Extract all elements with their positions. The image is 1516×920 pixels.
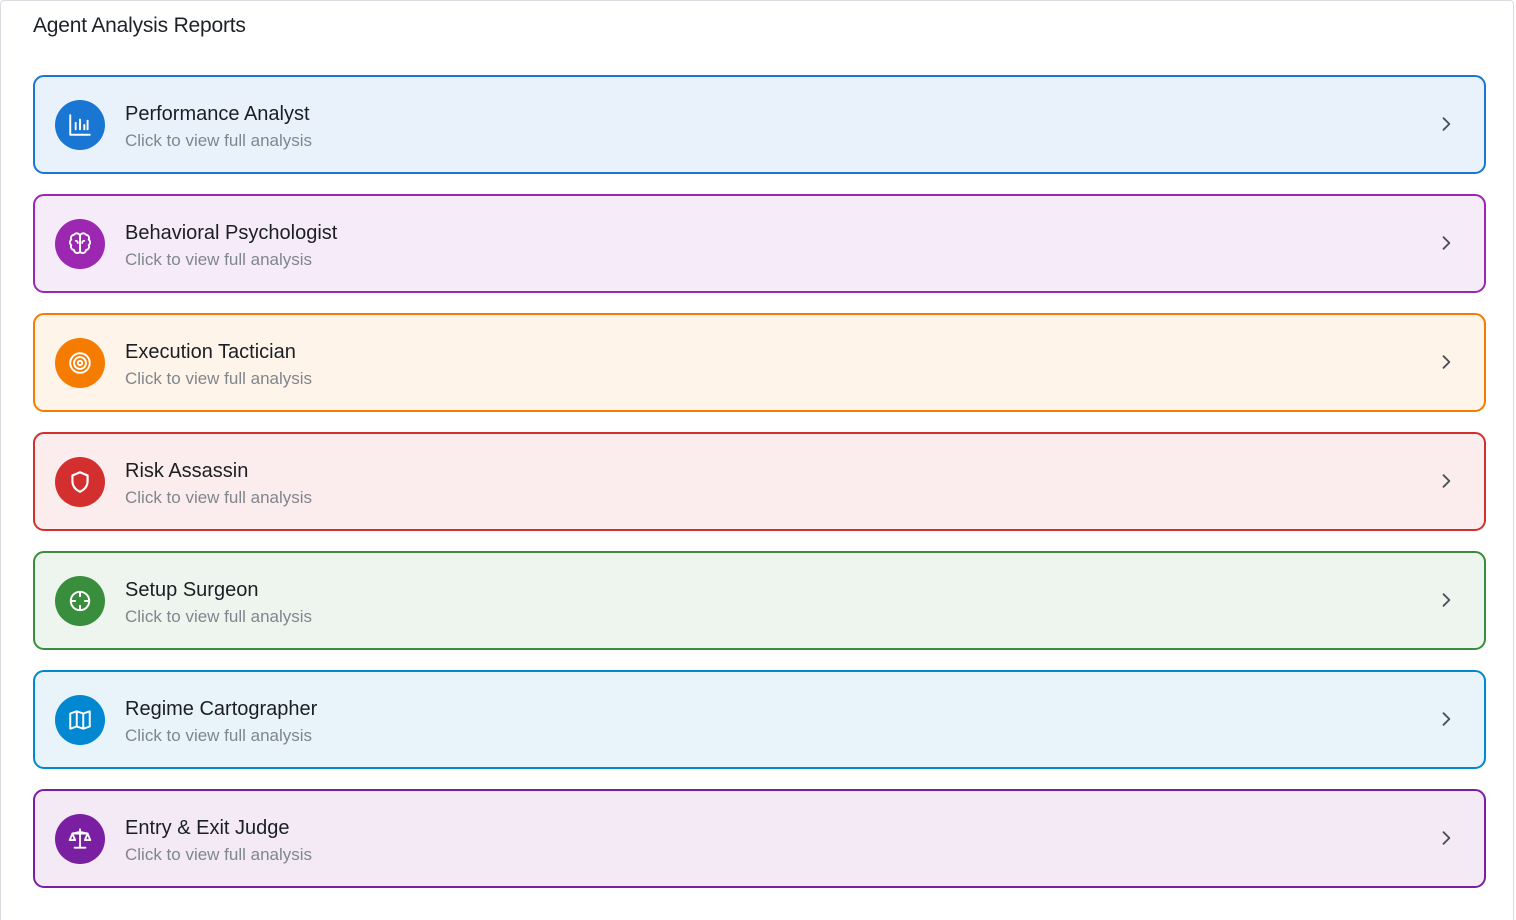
agent-card-entry-exit-judge[interactable]: Entry & Exit Judge Click to view full an… [33, 789, 1486, 888]
agent-card-regime-cartographer[interactable]: Regime Cartographer Click to view full a… [33, 670, 1486, 769]
page-title: Agent Analysis Reports [33, 14, 246, 37]
card-title: Setup Surgeon [125, 579, 259, 601]
agent-report-list: Performance Analyst Click to view full a… [33, 75, 1486, 908]
card-subtitle: Click to view full analysis [125, 488, 313, 507]
card-title: Performance Analyst [125, 103, 310, 125]
bar-chart-icon [55, 100, 105, 150]
card-subtitle: Click to view full analysis [125, 726, 313, 745]
card-title: Execution Tactician [125, 341, 296, 363]
shield-icon [55, 457, 105, 507]
card-subtitle: Click to view full analysis [125, 607, 313, 626]
agent-card-setup-surgeon[interactable]: Setup Surgeon Click to view full analysi… [33, 551, 1486, 650]
chevron-right-icon [1442, 117, 1451, 131]
card-text: Setup Surgeon Click to view full analysi… [125, 577, 312, 629]
card-subtitle: Click to view full analysis [125, 845, 313, 864]
brain-icon [55, 219, 105, 269]
reports-panel: Agent Analysis Reports Performance Analy… [0, 0, 1514, 920]
card-subtitle: Click to view full analysis [125, 250, 313, 269]
chevron-right-icon [1442, 355, 1451, 369]
card-subtitle: Click to view full analysis [125, 131, 313, 150]
card-title: Behavioral Psychologist [125, 222, 338, 244]
scale-icon [55, 814, 105, 864]
card-title: Regime Cartographer [125, 698, 318, 720]
chevron-right-icon [1442, 474, 1451, 488]
map-icon [55, 695, 105, 745]
card-subtitle: Click to view full analysis [125, 369, 313, 388]
card-text: Behavioral Psychologist Click to view fu… [125, 220, 337, 272]
chevron-right-icon [1442, 593, 1451, 607]
card-title: Risk Assassin [125, 460, 249, 482]
agent-card-execution-tactician[interactable]: Execution Tactician Click to view full a… [33, 313, 1486, 412]
target-icon [55, 338, 105, 388]
agent-card-risk-assassin[interactable]: Risk Assassin Click to view full analysi… [33, 432, 1486, 531]
agent-card-performance-analyst[interactable]: Performance Analyst Click to view full a… [33, 75, 1486, 174]
chevron-right-icon [1442, 712, 1451, 726]
card-text: Execution Tactician Click to view full a… [125, 339, 312, 391]
card-title: Entry & Exit Judge [125, 817, 290, 839]
card-text: Risk Assassin Click to view full analysi… [125, 458, 312, 510]
card-text: Regime Cartographer Click to view full a… [125, 696, 317, 748]
chevron-right-icon [1442, 236, 1451, 250]
agent-card-behavioral-psychologist[interactable]: Behavioral Psychologist Click to view fu… [33, 194, 1486, 293]
crosshair-icon [55, 576, 105, 626]
card-text: Entry & Exit Judge Click to view full an… [125, 815, 312, 867]
card-text: Performance Analyst Click to view full a… [125, 101, 312, 153]
chevron-right-icon [1442, 831, 1451, 845]
